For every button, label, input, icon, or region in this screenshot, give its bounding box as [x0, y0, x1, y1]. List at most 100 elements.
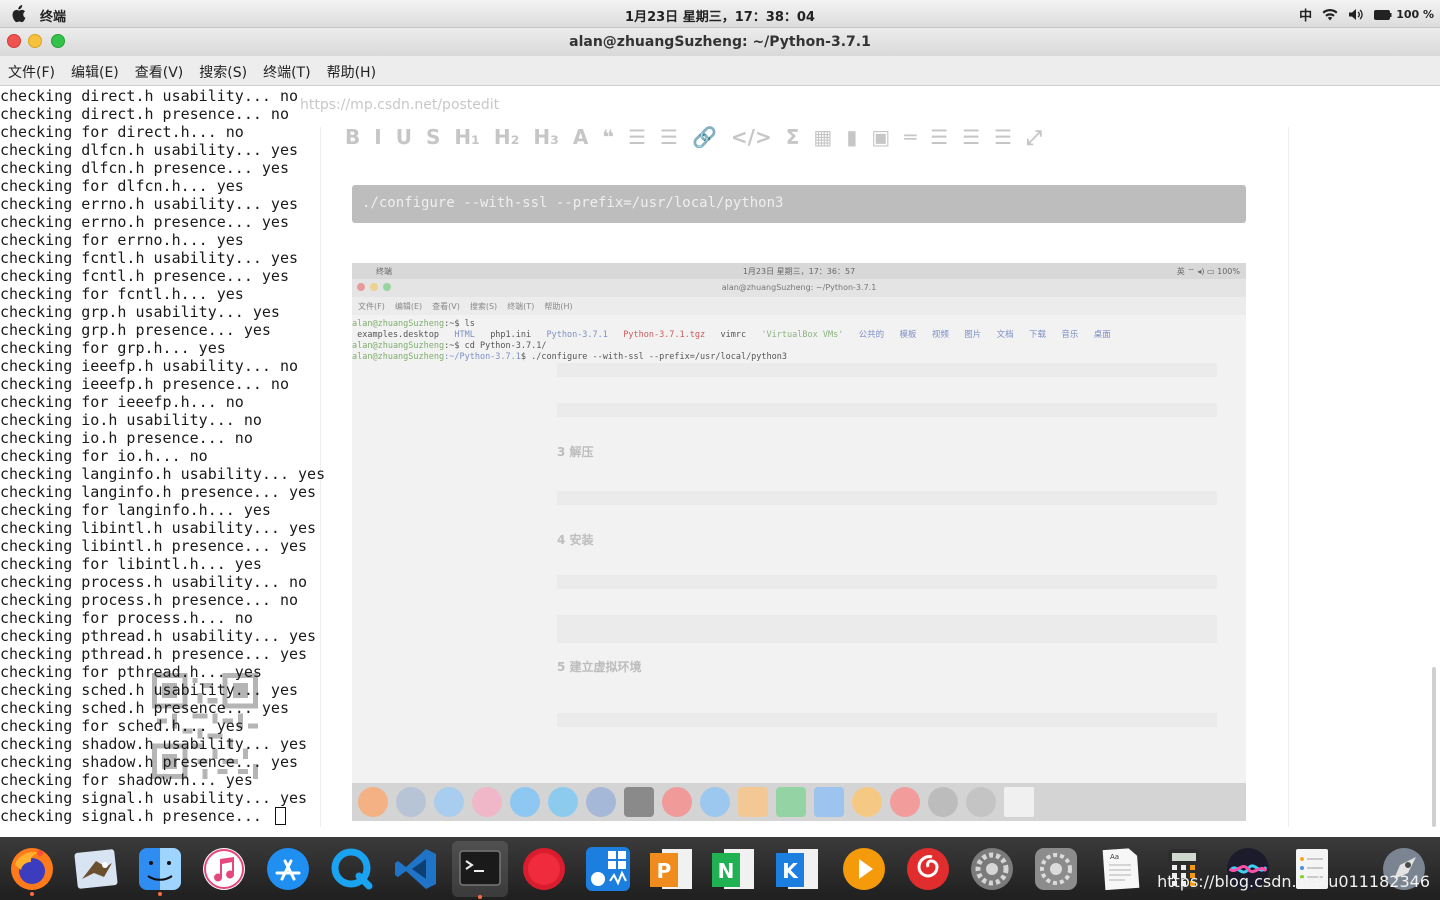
link-icon: 🔗 [691, 125, 717, 149]
terminal-line: checking fcntl.h usability... yes [0, 249, 299, 267]
ordered-list-icon: ☰ [628, 125, 647, 149]
embedded-window-buttons [357, 283, 391, 291]
embedded-menu-terminal: 终端(T) [507, 302, 535, 311]
terminal-dock-slot[interactable] [452, 841, 508, 897]
terminal-line: checking io.h presence... no [0, 429, 253, 447]
terminal-line: checking io.h usability... no [0, 411, 262, 429]
window-title: alan@zhuangSuzheng: ~/Python-3.7.1 [569, 34, 871, 50]
embedded-dock [352, 783, 1246, 821]
svg-text:P: P [657, 859, 672, 883]
embedded-menu-file: 文件(F) [358, 302, 385, 311]
terminal-line: checking sched.h presence... yes [0, 699, 289, 717]
q-browser-icon[interactable] [328, 845, 376, 893]
embedded-screenshot: 终端 1月23日 星期三，17：36：57 英 ⌔ ◂) ▭ 100% alan… [352, 263, 1246, 821]
wps-note-icon[interactable]: N [710, 845, 758, 893]
unordered-list-icon: ☰ [660, 125, 678, 149]
app-store-icon[interactable] [264, 845, 312, 893]
system-switch-icon[interactable] [584, 845, 632, 893]
menu-terminal[interactable]: 终端(T) [263, 56, 326, 85]
terminal-line: checking for io.h... no [0, 447, 208, 465]
terminal-line: checking langinfo.h usability... yes [0, 465, 326, 483]
embedded-code-bar-0 [557, 363, 1217, 377]
embedded-dock-vscode-icon [586, 787, 616, 817]
embedded-menu-help: 帮助(H) [544, 302, 573, 311]
clock[interactable]: 1月23日 星期三，17：38：04 [0, 6, 1440, 25]
menu-view[interactable]: 查看(V) [135, 56, 200, 85]
editor-right-border [1288, 127, 1289, 827]
volume-icon[interactable] [1348, 8, 1364, 21]
terminal-line: checking for langinfo.h... yes [0, 501, 271, 519]
svg-text:K: K [782, 859, 799, 883]
terminal-line: checking for libintl.h... yes [0, 555, 262, 573]
image-icon: ▣ [871, 125, 891, 149]
input-method-indicator[interactable]: 中 [1299, 5, 1312, 24]
terminal-menu-bar: 文件(F) 编辑(E) 查看(V) 搜索(S) 终端(T) 帮助(H) [0, 56, 1440, 86]
terminal-line: checking errno.h presence... yes [0, 213, 289, 231]
media-player-icon[interactable] [840, 845, 888, 893]
terminal-line: checking shadow.h usability... yes [0, 735, 308, 753]
finder-running-dot [158, 892, 162, 896]
finder-icon[interactable] [136, 845, 184, 893]
terminal-line: checking sched.h usability... yes [0, 681, 299, 699]
terminal-line: checking process.h presence... no [0, 591, 299, 609]
embedded-dock-netease-icon [890, 787, 920, 817]
terminal-icon [459, 850, 501, 886]
terminal-line: checking for fcntl.h... yes [0, 285, 244, 303]
terminal-line: checking shadow.h presence... yes [0, 753, 299, 771]
terminal-line: checking signal.h presence... [0, 807, 340, 825]
system-preferences-icon[interactable] [1032, 845, 1080, 893]
heading3-icon: H₃ [533, 125, 559, 149]
wps-presentation-icon[interactable]: P [648, 845, 696, 893]
menu-help[interactable]: 帮助(H) [327, 56, 392, 85]
terminal-title-bar[interactable]: alan@zhuangSuzheng: ~/Python-3.7.1 [0, 28, 1440, 56]
recorder-icon[interactable] [520, 845, 568, 893]
formula-icon: Σ [785, 125, 800, 149]
mail-eagle-icon[interactable] [72, 845, 120, 893]
embedded-code-bar-top [557, 403, 1217, 417]
terminal-line: checking for pthread.h... yes [0, 663, 262, 681]
terminal-line: checking process.h usability... no [0, 573, 308, 591]
terminal-line: checking langinfo.h presence... yes [0, 483, 317, 501]
netease-music-icon[interactable] [904, 845, 952, 893]
terminal-output[interactable]: checking direct.h usability... no checkin… [0, 87, 340, 837]
firefox-icon[interactable] [8, 845, 56, 893]
embedded-dock-mail-icon [396, 787, 426, 817]
terminal-line: checking dlfcn.h usability... yes [0, 141, 299, 159]
embedded-dock-record-icon [662, 787, 692, 817]
itunes-icon[interactable] [200, 845, 248, 893]
menu-edit[interactable]: 编辑(E) [71, 56, 135, 85]
battery-percent: 100 % [1396, 8, 1434, 21]
terminal-line: checking ieeefp.h usability... no [0, 357, 299, 375]
scrollbar[interactable] [1432, 667, 1436, 827]
embedded-max-dot [383, 283, 391, 291]
embedded-heading-venv: 5 建立虚拟环境 [557, 660, 642, 674]
svg-text:Aa: Aa [1110, 853, 1119, 861]
embedded-dock-wps-n-icon [776, 787, 806, 817]
terminal-line: checking for dlfcn.h... yes [0, 177, 244, 195]
menu-search[interactable]: 搜索(S) [199, 56, 263, 85]
wifi-icon[interactable] [1322, 8, 1338, 21]
fullscreen-icon: ⤢ [1026, 125, 1043, 149]
menu-file[interactable]: 文件(F) [8, 56, 71, 85]
embedded-close-dot [357, 283, 365, 291]
wps-writer-icon[interactable]: K [774, 845, 822, 893]
terminal-line: checking for process.h... no [0, 609, 253, 627]
terminal-line: checking fcntl.h presence... yes [0, 267, 289, 285]
text-editor-icon[interactable]: Aa [1096, 845, 1144, 893]
vscode-icon[interactable] [392, 845, 440, 893]
bold-icon: B [345, 125, 361, 149]
strikethrough-icon: S [425, 125, 441, 149]
terminal-line: checking pthread.h usability... yes [0, 627, 317, 645]
embedded-dock-terminal-icon [624, 787, 654, 817]
embedded-top-bar: 终端 1月23日 星期三，17：36：57 英 ⌔ ◂) ▭ 100% [352, 263, 1246, 279]
terminal-line: checking grp.h presence... yes [0, 321, 271, 339]
blog-watermark: https://blog.csdn.net/u011182346 [1157, 872, 1430, 891]
battery-indicator[interactable]: 100 % [1374, 8, 1434, 21]
embedded-dock-appstore-icon [510, 787, 540, 817]
system-settings-icon[interactable] [968, 845, 1016, 893]
embedded-tray: 英 ⌔ ◂) ▭ 100% [1176, 267, 1240, 276]
embedded-window-title: alan@zhuangSuzheng: ~/Python-3.7.1 [352, 279, 1246, 297]
embedded-line-1: alan@zhuangSuzheng:~$ ls [352, 319, 475, 329]
chart-icon: ▮ [846, 125, 858, 149]
terminal-line: checking for grp.h... yes [0, 339, 226, 357]
